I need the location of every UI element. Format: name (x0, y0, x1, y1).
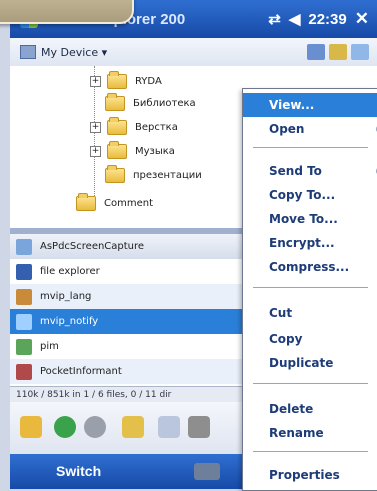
status-icons: ⇄ ◀ 22:39 ✕ (268, 9, 369, 29)
app-icon (16, 263, 32, 280)
lock-icon[interactable] (188, 416, 210, 438)
folder-icon (107, 70, 127, 89)
menu-item-properties[interactable]: Properties (243, 463, 377, 487)
tree-item[interactable]: + RYDA (90, 70, 162, 90)
app-icon (16, 363, 32, 380)
expand-icon[interactable]: + (90, 75, 101, 87)
menu-item-send-to[interactable]: Send To( (243, 159, 377, 183)
menu-item-label: Move To... (269, 212, 338, 226)
menu-item-label: Send To (269, 164, 322, 178)
folder-icon (107, 116, 127, 135)
menu-item-label: Delete (269, 402, 314, 416)
menu-item-label: Copy (269, 332, 303, 346)
menu-item-open[interactable]: Open( (243, 117, 377, 141)
app-icon (16, 238, 32, 255)
tree-item[interactable]: Comment (76, 192, 153, 212)
tree-item[interactable]: презентации (105, 164, 202, 184)
expand-icon[interactable]: + (90, 121, 101, 133)
menu-item-compress[interactable]: Compress... (243, 255, 377, 279)
tree-item-label: презентации (133, 169, 202, 181)
menu-item-label: Encrypt... (269, 236, 335, 250)
corner-decoration (0, 0, 134, 24)
record-icon[interactable] (84, 416, 106, 438)
menu-item-label: Properties (269, 468, 340, 482)
app-icon (16, 313, 32, 330)
menu-item-label: Cut (269, 306, 293, 320)
volume-icon[interactable]: ◀ (289, 10, 301, 28)
folder-icon (105, 92, 125, 111)
folder-icon (105, 164, 125, 183)
list-item-label: mvip_notify (40, 316, 99, 327)
folder-icon (76, 192, 96, 211)
keyboard-icon[interactable] (194, 463, 220, 480)
view-icon[interactable] (307, 44, 325, 60)
list-item-label: AsPdcScreenCapture (40, 241, 145, 252)
menu-item-encrypt[interactable]: Encrypt... (243, 231, 377, 255)
list-item-label: mvip_lang (40, 291, 92, 302)
location-toolbar: My Device ▾ (10, 38, 377, 67)
folder-up-icon[interactable] (329, 44, 347, 60)
list-item-label: PocketInformant (40, 366, 122, 377)
new-folder-icon[interactable] (122, 416, 144, 438)
app-icon (16, 338, 32, 355)
menu-item-cut[interactable]: Cut (243, 301, 377, 325)
menu-item-label: View... (269, 98, 315, 112)
tree-item[interactable]: + Музыка (90, 140, 175, 160)
menu-item-label: Rename (269, 426, 324, 440)
list-item-label: pim (40, 341, 59, 352)
tree-item-label: Comment (104, 197, 153, 209)
status-text: 110k / 851k in 1 / 6 files, 0 / 11 dir (16, 389, 172, 400)
switch-softkey[interactable]: Switch (56, 463, 101, 479)
menu-item-duplicate[interactable]: Duplicate (243, 351, 377, 375)
location-dropdown[interactable]: My Device ▾ (41, 46, 107, 59)
menu-item-copy[interactable]: Copy (243, 327, 377, 351)
close-icon[interactable]: ✕ (355, 9, 369, 29)
list-item-label: file explorer (40, 266, 100, 277)
menu-item-delete[interactable]: Delete (243, 397, 377, 421)
tree-item-label: RYDA (135, 75, 162, 87)
app-icon (16, 288, 32, 305)
tree-item-label: Библиотека (133, 97, 196, 109)
menu-item-rename[interactable]: Rename (243, 421, 377, 445)
tree-item[interactable]: Библиотека (105, 92, 196, 112)
expand-icon[interactable]: + (90, 145, 101, 157)
menu-item-label: Compress... (269, 260, 350, 274)
tree-item-label: Верстка (135, 121, 178, 133)
tree-item-label: Музыка (135, 145, 175, 157)
clock[interactable]: 22:39 (308, 11, 346, 28)
menu-item-copy-to[interactable]: Copy To... (243, 183, 377, 207)
toolbar-actions (307, 44, 369, 60)
tree-item[interactable]: + Верстка (90, 116, 178, 136)
folder-icon (107, 140, 127, 159)
menu-item-move-to[interactable]: Move To... (243, 207, 377, 231)
document-icon[interactable] (158, 416, 180, 438)
menu-item-label: Copy To... (269, 188, 336, 202)
context-menu: View... Open( Send To( Copy To... Move T… (242, 88, 377, 491)
favorites-icon[interactable] (351, 44, 369, 60)
add-icon[interactable] (54, 416, 76, 438)
menu-item-view[interactable]: View... (243, 93, 377, 117)
connectivity-icon[interactable]: ⇄ (268, 10, 281, 28)
folder-open-icon[interactable] (20, 416, 42, 438)
menu-item-label: Open (269, 122, 305, 136)
menu-separator (253, 287, 368, 288)
menu-separator (253, 451, 368, 452)
menu-item-label: Duplicate (269, 356, 334, 370)
menu-separator (253, 383, 368, 384)
device-icon (20, 45, 36, 59)
menu-separator (253, 147, 368, 148)
